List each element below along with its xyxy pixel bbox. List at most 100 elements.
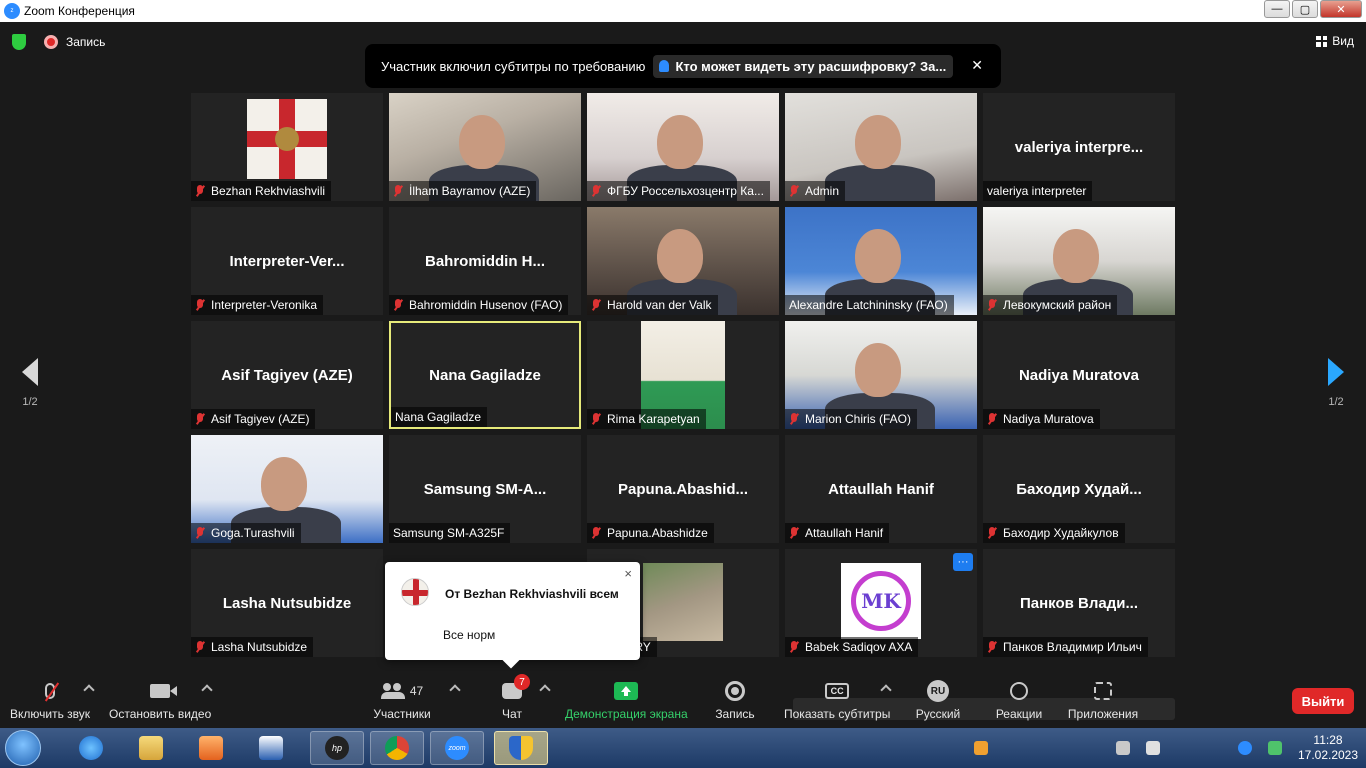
participant-tile[interactable]: Alexandre Latchininsky (FAO) [785, 207, 977, 315]
muted-mic-icon [45, 683, 56, 699]
network-icon[interactable] [1268, 741, 1282, 755]
mk-logo-avatar: MK [841, 563, 921, 639]
participant-tile[interactable]: Bezhan Rekhviashvili [191, 93, 383, 201]
participant-tile[interactable]: Samsung SM-A... Samsung SM-A325F [389, 435, 581, 543]
chat-unread-badge: 7 [514, 674, 530, 690]
muted-mic-icon [789, 641, 799, 653]
chat-button[interactable]: 7 Чат [500, 674, 530, 721]
participant-name: Lasha Nutsubidze [211, 640, 308, 654]
taskbar-checkmark-app-icon[interactable] [244, 731, 298, 765]
participant-nameplate: Alexandre Latchininsky (FAO) [785, 295, 954, 315]
apps-button[interactable]: Приложения [1066, 678, 1140, 721]
banner-close-icon[interactable]: ✕ [971, 57, 983, 74]
participant-video-head [459, 115, 505, 169]
chat-notification[interactable]: От Bezhan Rekhviashvili всем Все норм × [385, 562, 640, 669]
participant-tile[interactable]: MK ··· Babek Sadiqov AXA [785, 549, 977, 657]
participants-button[interactable]: 47 Участники [373, 678, 431, 721]
close-window-button[interactable]: ✕ [1320, 0, 1362, 18]
volume-icon[interactable] [1146, 741, 1160, 755]
participant-tile[interactable]: Interpreter-Ver... Interpreter-Veronika [191, 207, 383, 315]
participant-name: Admin [805, 184, 840, 198]
participant-tile[interactable]: Панков Влади... Панков Владимир Ильич [983, 549, 1175, 657]
participant-tile[interactable]: Nadiya Muratova Nadiya Muratova [983, 321, 1175, 429]
window-controls: — ▢ ✕ [1262, 0, 1362, 18]
more-options-icon[interactable]: ··· [953, 553, 973, 571]
video-button[interactable]: Остановить видео [109, 678, 211, 721]
muted-mic-icon [987, 641, 997, 653]
participant-tile[interactable]: Nana Gagiladze Nana Gagiladze [389, 321, 581, 429]
participant-nameplate: Левокумский район [983, 295, 1118, 315]
taskbar-clock[interactable]: 11:28 17.02.2023 [1290, 733, 1366, 763]
meeting-toolbar: Включить звук Остановить видео 47 Участн… [0, 672, 1366, 728]
muted-mic-icon [987, 413, 997, 425]
participant-name: Rima Karapetyan [607, 412, 700, 426]
participant-tile[interactable]: Goga.Turashvili [191, 435, 383, 543]
recording-label: Запись [66, 35, 106, 49]
participant-tile[interactable]: Bahromiddin H... Bahromiddin Husenov (FAO… [389, 207, 581, 315]
unmute-button[interactable]: Включить звук [10, 678, 90, 721]
tray-zoom-icon[interactable] [1238, 741, 1252, 755]
taskbar-security-shield-icon[interactable] [494, 731, 548, 765]
participant-tile[interactable]: valeriya interpre... valeriya interpreter [983, 93, 1175, 201]
participant-tile[interactable]: Admin [785, 93, 977, 201]
tray-flag-icon[interactable] [1116, 741, 1130, 755]
muted-mic-icon [789, 527, 799, 539]
reactions-button[interactable]: Реакции [994, 678, 1044, 721]
participant-tile[interactable]: Papuna.Abashid... Papuna.Abashidze [587, 435, 779, 543]
maximize-button[interactable]: ▢ [1292, 0, 1318, 18]
participant-nameplate: Babek Sadiqov AXA [785, 637, 919, 657]
participant-tile[interactable]: Harold van der Valk [587, 207, 779, 315]
next-page-nav[interactable]: 1/2 [1316, 358, 1356, 408]
participant-tile[interactable]: Левокумский район [983, 207, 1175, 315]
participant-tile[interactable]: Баходир Худай... Баходир Худайкулов [983, 435, 1175, 543]
minimize-button[interactable]: — [1264, 0, 1290, 18]
participant-tile[interactable]: Attaullah Hanif Attaullah Hanif [785, 435, 977, 543]
taskbar-ie-icon[interactable] [64, 731, 118, 765]
participant-name: Nadiya Muratova [1003, 412, 1094, 426]
transcript-visibility-link[interactable]: Кто может видеть эту расшифровку? За... [653, 54, 954, 78]
arrow-right-icon[interactable] [1328, 358, 1344, 386]
sender-avatar [401, 578, 429, 606]
participant-tile[interactable]: ФГБУ Россельхозцентр Ка... [587, 93, 779, 201]
chat-sender: От Bezhan Rekhviashvili всем [445, 587, 619, 601]
tray-app-icon[interactable] [974, 741, 988, 755]
record-button[interactable]: Запись [715, 678, 755, 721]
participant-name: Attaullah Hanif [805, 526, 884, 540]
taskbar-explorer-icon[interactable] [124, 731, 178, 765]
chat-options-chevron-icon[interactable] [539, 684, 551, 696]
arrow-left-icon[interactable] [22, 358, 38, 386]
grid-view-icon [1316, 35, 1328, 47]
participant-name: Левокумский район [1003, 298, 1112, 312]
participant-video-head [855, 229, 901, 283]
page-indicator-left: 1/2 [22, 396, 38, 408]
participant-nameplate: Harold van der Valk [587, 295, 718, 315]
participant-tile[interactable]: Marion Chiris (FAO) [785, 321, 977, 429]
view-button[interactable]: Вид [1316, 34, 1354, 48]
taskbar-chrome-icon[interactable] [370, 731, 424, 765]
security-shield-icon[interactable] [12, 34, 26, 50]
participant-tile[interactable]: Rima Karapetyan [587, 321, 779, 429]
participants-options-chevron-icon[interactable] [449, 684, 461, 696]
chat-message: Все норм [443, 628, 496, 642]
participant-tile[interactable]: İlham Bayramov (AZE) [389, 93, 581, 201]
leave-meeting-button[interactable]: Выйти [1292, 688, 1354, 714]
participant-name: Papuna.Abashidze [607, 526, 708, 540]
language-button[interactable]: RU Русский [915, 678, 961, 721]
prev-page-nav[interactable]: 1/2 [10, 358, 50, 408]
show-captions-button[interactable]: CC Показать субтитры [784, 678, 890, 721]
muted-mic-icon [393, 185, 403, 197]
video-grid: Bezhan Rekhviashvili İlham Bayramov (AZE)… [191, 93, 1176, 657]
participant-nameplate: valeriya interpreter [983, 181, 1093, 201]
taskbar-hp-icon[interactable]: hp [310, 731, 364, 765]
participant-nameplate: İlham Bayramov (AZE) [389, 181, 537, 201]
muted-mic-icon [195, 641, 205, 653]
share-screen-button[interactable]: Демонстрация экрана [565, 678, 688, 721]
participant-tile[interactable]: Asif Tagiyev (AZE) Asif Tagiyev (AZE) [191, 321, 383, 429]
close-icon[interactable]: × [624, 566, 632, 581]
taskbar-zoom-icon[interactable]: zoom [430, 731, 484, 765]
muted-mic-icon [789, 185, 799, 197]
participant-nameplate: Attaullah Hanif [785, 523, 890, 543]
taskbar-media-player-icon[interactable] [184, 731, 238, 765]
windows-start-icon[interactable] [5, 730, 41, 766]
participant-tile[interactable]: Lasha Nutsubidze Lasha Nutsubidze [191, 549, 383, 657]
